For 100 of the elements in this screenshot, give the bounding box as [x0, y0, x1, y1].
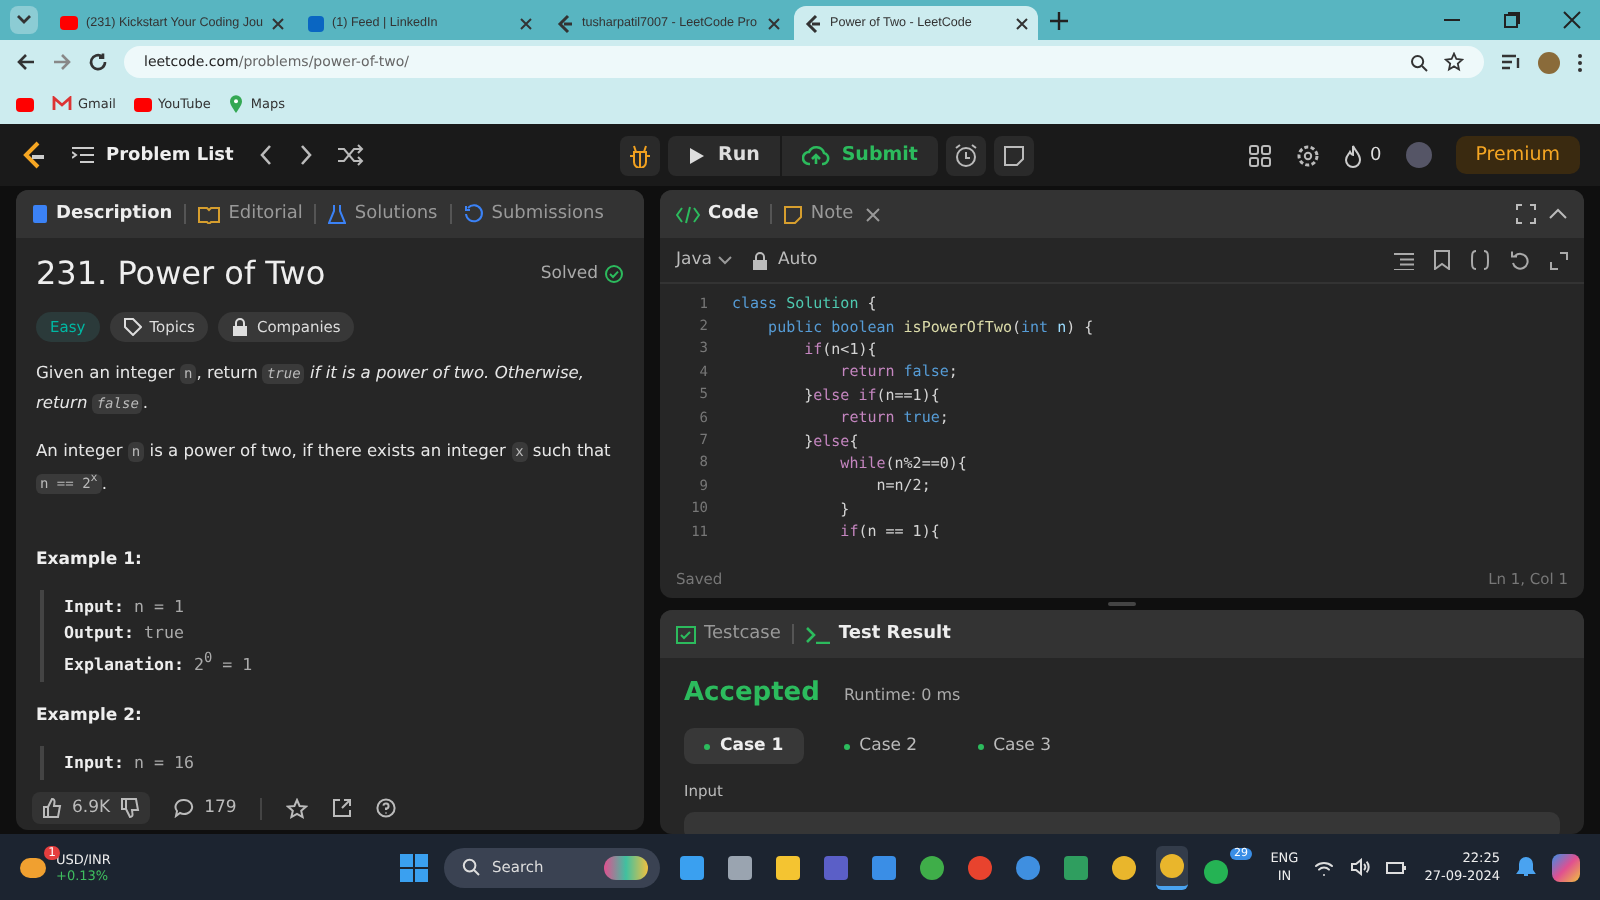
checkbox-icon	[676, 625, 696, 643]
pin-icon	[228, 94, 245, 114]
profile-avatar[interactable]	[1538, 51, 1560, 73]
close-icon[interactable]	[520, 17, 532, 29]
media-icon[interactable]	[1500, 52, 1522, 72]
history-icon	[463, 204, 484, 224]
play-icon	[688, 145, 706, 165]
new-tab-icon[interactable]	[1050, 12, 1068, 30]
list-icon	[72, 146, 94, 164]
restore-icon[interactable]	[1502, 10, 1522, 30]
language-dropdown[interactable]: Java	[676, 250, 732, 270]
problem-list-button[interactable]: Problem List	[72, 145, 234, 165]
alarm-clock-icon	[953, 143, 978, 167]
panel-tab[interactable]: Solutions	[328, 204, 438, 224]
panel-tab[interactable]: Note	[784, 204, 854, 224]
reload-icon[interactable]	[88, 52, 108, 72]
premium-button[interactable]: Premium	[1455, 136, 1580, 174]
example-heading: Example 2:	[36, 706, 144, 727]
panel-tab[interactable]: Code	[676, 204, 759, 224]
braces-icon[interactable]	[1470, 250, 1490, 270]
thumbs-up-icon	[42, 798, 62, 818]
solved-status: Solved	[540, 263, 598, 283]
square-icon	[308, 15, 324, 31]
resize-handle[interactable]	[1108, 602, 1136, 606]
case-tab[interactable]: Case 1	[684, 728, 804, 764]
logo-icon	[556, 13, 574, 33]
envelope-icon	[52, 96, 72, 112]
example-line: Explanation: 2$^{0}$ = 1	[64, 648, 255, 679]
example-heading: Example 1:	[36, 550, 144, 571]
align-lines-icon[interactable]	[1394, 251, 1414, 269]
logo-icon[interactable]	[20, 139, 48, 171]
case-tab[interactable]: Case 2	[823, 728, 938, 764]
close-icon[interactable]	[272, 17, 284, 29]
zoom-icon[interactable]	[1410, 53, 1428, 71]
forward-arrow-icon[interactable]	[52, 52, 72, 72]
bell-icon[interactable]	[1516, 856, 1536, 878]
logo-icon	[804, 13, 822, 33]
panel-tab[interactable]: Editorial	[198, 204, 303, 224]
taskbar-app-icon[interactable]	[1156, 845, 1188, 889]
problem-title: 231. Power of Two	[36, 254, 328, 292]
chevron-right-icon[interactable]	[297, 144, 314, 166]
run-button[interactable]: Run	[668, 135, 780, 175]
example-line: Input: n = 16	[64, 750, 196, 777]
collapse-icon[interactable]	[1548, 206, 1568, 222]
colorful-app-icon[interactable]	[1552, 853, 1580, 881]
close-icon[interactable]	[865, 207, 880, 221]
tag-icon	[123, 318, 142, 336]
result-verdict: Accepted	[684, 678, 820, 708]
panel-tab[interactable]: Description	[32, 204, 173, 224]
notes-button[interactable]	[993, 135, 1034, 175]
thumbs-down-icon	[120, 798, 141, 818]
chevron-down-icon	[16, 14, 32, 26]
fullscreen-icon[interactable]	[1516, 204, 1536, 224]
input-field[interactable]	[684, 812, 1560, 834]
case-tab[interactable]: Case 3	[957, 728, 1072, 764]
star-icon[interactable]	[286, 797, 309, 819]
cloud-upload-icon	[801, 144, 830, 166]
terminal-icon	[806, 625, 831, 643]
start-icon[interactable]	[400, 853, 428, 881]
panel-tab[interactable]: Submissions	[463, 204, 604, 224]
share-icon[interactable]	[332, 798, 353, 818]
like-button[interactable]: 6.9K	[32, 792, 151, 824]
bookmark-icon[interactable]	[1434, 250, 1450, 270]
more-icon[interactable]	[1576, 51, 1584, 73]
settings-icon[interactable]	[1295, 143, 1320, 167]
book-icon	[198, 205, 221, 223]
user-avatar[interactable]	[1405, 142, 1432, 168]
panel-tab[interactable]: Testcase	[676, 624, 781, 644]
streak-counter[interactable]: 0	[1343, 143, 1382, 167]
close-icon[interactable]	[1016, 17, 1028, 29]
back-arrow-icon[interactable]	[16, 52, 36, 72]
chevron-left-icon[interactable]	[257, 144, 274, 166]
help-icon[interactable]	[376, 798, 397, 818]
expand-icon[interactable]	[1550, 251, 1568, 269]
play-icon[interactable]	[16, 97, 34, 111]
example-line: Output: true	[64, 620, 186, 647]
undo-icon[interactable]	[1510, 250, 1530, 270]
comments-button[interactable]: 179	[174, 798, 237, 818]
wifi-icon[interactable]	[1314, 859, 1335, 875]
close-icon[interactable]	[768, 17, 780, 29]
battery-icon[interactable]	[1386, 859, 1409, 875]
speaker-icon[interactable]	[1350, 858, 1371, 876]
code-icon	[676, 205, 700, 223]
tab-search-button[interactable]	[10, 6, 38, 34]
weather-icon[interactable]	[20, 857, 46, 877]
debug-button[interactable]	[620, 135, 660, 175]
chevron-down-icon	[717, 255, 732, 265]
note-icon	[1001, 143, 1026, 167]
play-icon[interactable]	[133, 97, 152, 111]
lock-icon	[232, 318, 249, 336]
timer-button[interactable]	[945, 135, 986, 175]
play-icon	[60, 16, 78, 30]
example-line: Input: n = 1	[64, 594, 186, 621]
star-icon[interactable]	[1444, 52, 1464, 72]
grid-icon[interactable]	[1247, 143, 1272, 167]
panel-tab[interactable]: Test Result	[806, 624, 951, 644]
close-icon[interactable]	[1562, 10, 1582, 30]
shuffle-icon[interactable]	[337, 144, 364, 166]
submit-button[interactable]: Submit	[781, 135, 938, 175]
auto-mode-label[interactable]: Auto	[751, 250, 818, 270]
